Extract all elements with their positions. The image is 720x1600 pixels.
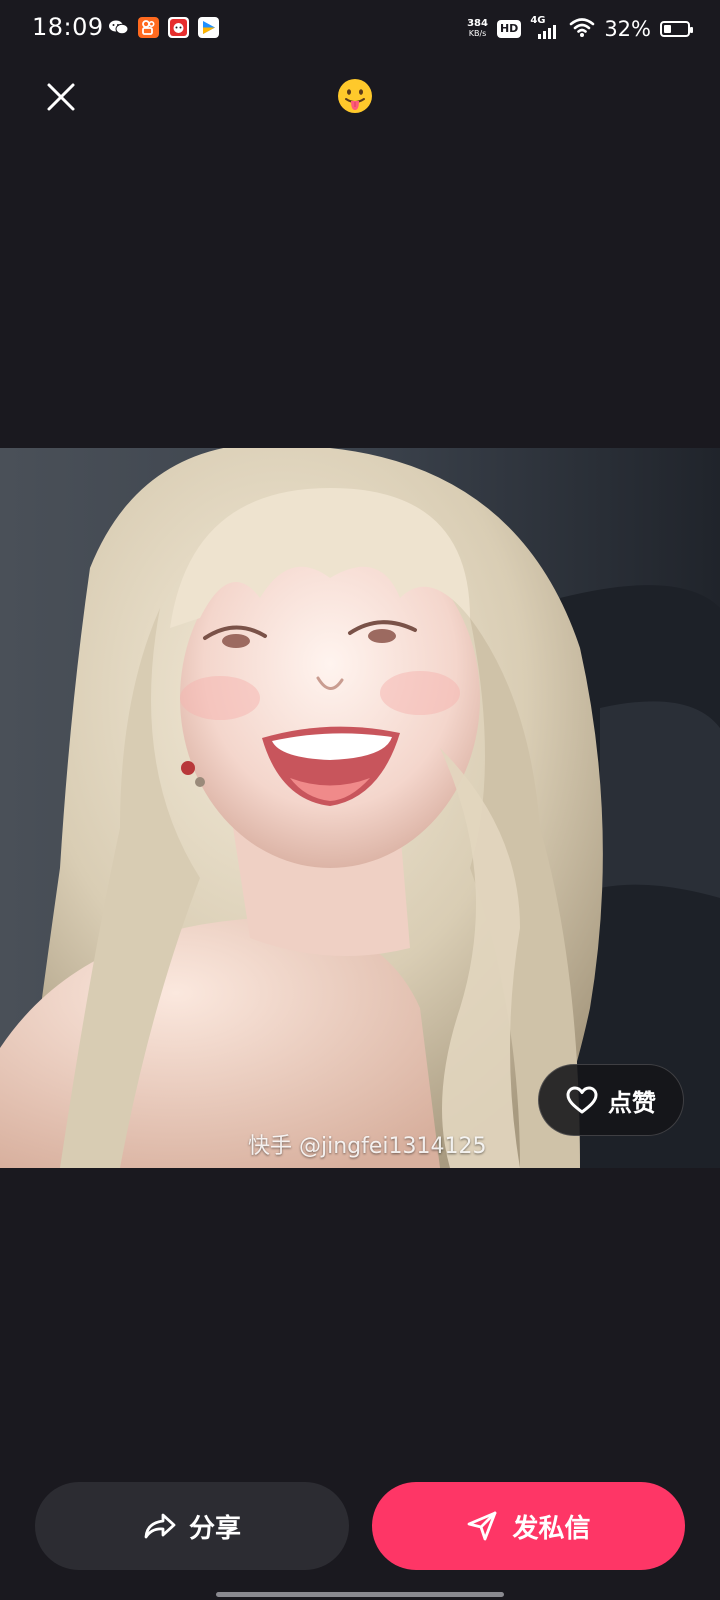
app-icon [168, 17, 189, 38]
close-icon [47, 83, 75, 111]
heart-icon [566, 1086, 598, 1114]
share-arrow-icon [144, 1513, 176, 1539]
status-bar: 18:09 384 KB/s HD 4G 32% [0, 0, 720, 60]
share-button[interactable]: 分享 [35, 1482, 349, 1570]
kuaishou-icon [138, 17, 159, 38]
status-indicators: 384 KB/s HD 4G 32% [467, 14, 693, 44]
photo-image[interactable] [0, 448, 720, 1168]
status-time: 18:09 [32, 13, 104, 41]
hd-badge: HD [496, 20, 522, 38]
paper-plane-icon [468, 1511, 497, 1541]
video-app-icon [198, 17, 219, 38]
send-message-label: 发私信 [512, 1513, 591, 1544]
close-button[interactable] [40, 76, 82, 118]
share-label: 分享 [188, 1513, 241, 1544]
cellular-signal-icon: 4G [530, 15, 560, 41]
battery-fill [664, 25, 671, 33]
battery-icon [660, 21, 693, 37]
battery-percent: 32% [604, 17, 651, 41]
like-label: 点赞 [608, 1088, 656, 1117]
home-indicator[interactable] [216, 1592, 504, 1597]
notification-icons [108, 17, 219, 38]
net-speed-unit: KB/s [468, 29, 487, 38]
portrait-artwork [0, 448, 720, 1168]
like-button[interactable]: 点赞 [538, 1064, 684, 1136]
tongue-emoji-icon [337, 78, 373, 114]
wechat-icon [108, 17, 129, 38]
net-speed-value: 384 [467, 18, 488, 29]
send-message-button[interactable]: 发私信 [372, 1482, 685, 1570]
wifi-icon [569, 16, 595, 42]
net-speed: 384 KB/s [467, 19, 488, 39]
watermark-text: 快手 @jingfei1314125 [248, 1134, 487, 1159]
